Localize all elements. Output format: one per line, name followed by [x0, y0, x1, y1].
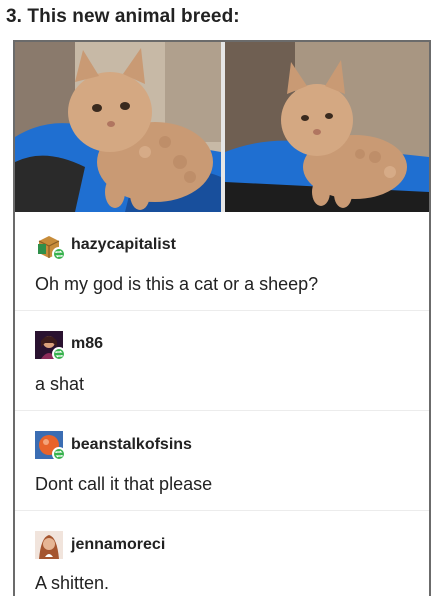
- reblog-icon: [52, 447, 66, 461]
- username[interactable]: beanstalkofsins: [71, 436, 192, 454]
- reply-message: A shitten.: [35, 573, 110, 593]
- post-card: hazycapitalist Oh my god is this a cat o…: [13, 40, 431, 596]
- reply-item: m86 a shat: [15, 310, 429, 410]
- reply-item: jennamoreci A shitten.: [15, 510, 429, 596]
- username[interactable]: hazycapitalist: [71, 236, 176, 254]
- cat-image-left: [15, 42, 221, 212]
- reblog-icon: [52, 247, 66, 261]
- reblog-icon: [52, 347, 66, 361]
- cat-image-right: [225, 42, 429, 212]
- username[interactable]: jennamoreci: [71, 536, 165, 554]
- reply-item: hazycapitalist Oh my god is this a cat o…: [15, 212, 429, 310]
- page-title: 3. This new animal breed:: [6, 6, 240, 27]
- cat-photo-left[interactable]: [15, 42, 221, 212]
- photo-set: [15, 42, 429, 212]
- selfie-avatar-icon[interactable]: [35, 531, 63, 559]
- reply-item: beanstalkofsins Dont call it that please: [15, 410, 429, 510]
- reply-message: a shat: [35, 374, 85, 394]
- reply-message: Oh my god is this a cat or a sheep?: [35, 274, 319, 294]
- username[interactable]: m86: [71, 335, 103, 353]
- reply-message: Dont call it that please: [35, 474, 213, 494]
- cat-photo-right[interactable]: [225, 42, 429, 212]
